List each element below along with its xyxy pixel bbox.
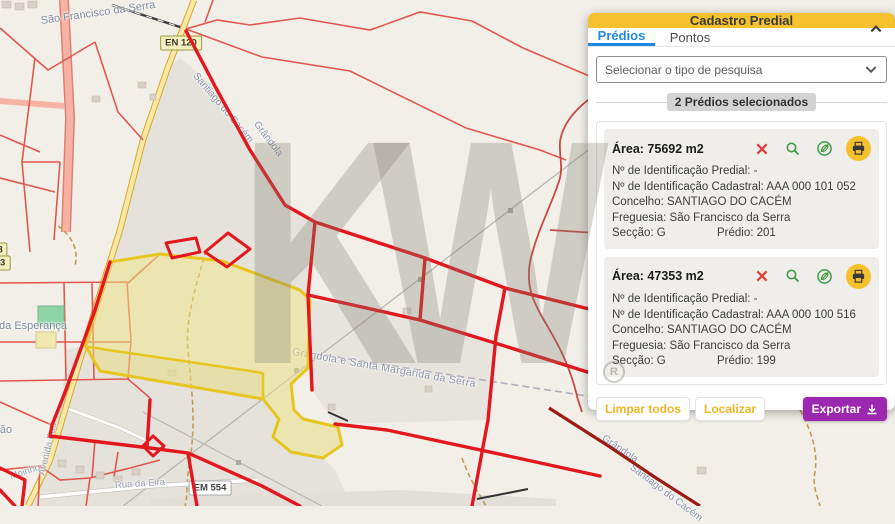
- selection-count-badge: 2 Prédios selecionados: [667, 93, 816, 111]
- property-concelho: Concelho: SANTIAGO DO CACÉM: [612, 195, 871, 211]
- zoom-to-property-button[interactable]: [784, 140, 802, 158]
- property-card-header: Área: 47353 m2: [612, 264, 871, 289]
- tab-pontos[interactable]: Pontos: [655, 28, 725, 46]
- validate-property-button[interactable]: [815, 140, 833, 158]
- leaf-circle-icon: [816, 268, 833, 285]
- panel-title: Cadastro Predial: [690, 13, 793, 28]
- property-seccao: Secção: G: [612, 226, 717, 242]
- property-card: Área: 47353 m2: [604, 257, 879, 377]
- property-predio: Prédio: 201: [717, 226, 776, 242]
- zoom-to-property-button[interactable]: [784, 267, 802, 285]
- panel-footer: Limpar todos Localizar Exportar: [588, 389, 895, 430]
- property-freguesia: Freguesia: São Francisco da Serra: [612, 211, 871, 227]
- close-icon: [755, 142, 769, 156]
- search-icon: [785, 141, 801, 157]
- property-card-header: Área: 75692 m2: [612, 136, 871, 161]
- collapse-panel-button[interactable]: [869, 21, 883, 39]
- property-section-row: Secção: G Prédio: 201: [612, 226, 871, 242]
- panel-tabs: Prédios Pontos: [588, 28, 895, 47]
- property-section-row: Secção: G Prédio: 199: [612, 354, 871, 370]
- property-id-predial: Nº de Identificação Predial: -: [612, 292, 871, 308]
- search-type-placeholder: Selecionar o tipo de pesquisa: [605, 63, 864, 77]
- validate-property-button[interactable]: [815, 267, 833, 285]
- close-icon: [755, 269, 769, 283]
- cadastro-predial-panel: Cadastro Predial Prédios Pontos Selecion…: [588, 13, 895, 410]
- property-area: Área: 75692 m2: [612, 142, 753, 156]
- leaf-circle-icon: [816, 140, 833, 157]
- download-icon: [866, 403, 878, 415]
- chevron-up-icon: [869, 24, 883, 34]
- search-type-select[interactable]: Selecionar o tipo de pesquisa: [596, 56, 887, 83]
- property-actions: [753, 264, 871, 289]
- remove-property-button[interactable]: [753, 140, 771, 158]
- locate-button[interactable]: Localizar: [695, 397, 765, 421]
- property-area: Área: 47353 m2: [612, 269, 753, 283]
- property-seccao: Secção: G: [612, 354, 717, 370]
- search-icon: [785, 268, 801, 284]
- chevron-down-icon: [864, 65, 878, 75]
- property-actions: [753, 136, 871, 161]
- panel-header: Cadastro Predial: [588, 13, 895, 28]
- property-predio: Prédio: 199: [717, 354, 776, 370]
- property-concelho: Concelho: SANTIAGO DO CACÉM: [612, 323, 871, 339]
- property-freguesia: Freguesia: São Francisco da Serra: [612, 339, 871, 355]
- print-property-button[interactable]: [846, 264, 871, 289]
- panel-body: Selecionar o tipo de pesquisa 2 Prédios …: [588, 47, 895, 389]
- property-id-cadastral: Nº de Identificação Cadastral: AAA 000 1…: [612, 308, 871, 324]
- property-id-cadastral: Nº de Identificação Cadastral: AAA 000 1…: [612, 180, 871, 196]
- print-property-button[interactable]: [846, 136, 871, 161]
- property-id-predial: Nº de Identificação Predial: -: [612, 164, 871, 180]
- clear-all-button[interactable]: Limpar todos: [596, 397, 690, 421]
- export-button-label: Exportar: [812, 402, 861, 416]
- selection-divider: 2 Prédios selecionados: [596, 91, 887, 113]
- property-card: Área: 75692 m2: [604, 129, 879, 249]
- tab-predios[interactable]: Prédios: [588, 28, 655, 46]
- remove-property-button[interactable]: [753, 267, 771, 285]
- selected-parcels[interactable]: [85, 254, 342, 458]
- printer-icon: [851, 269, 866, 284]
- property-list: Área: 75692 m2: [596, 121, 887, 385]
- export-button[interactable]: Exportar: [803, 397, 887, 421]
- printer-icon: [851, 141, 866, 156]
